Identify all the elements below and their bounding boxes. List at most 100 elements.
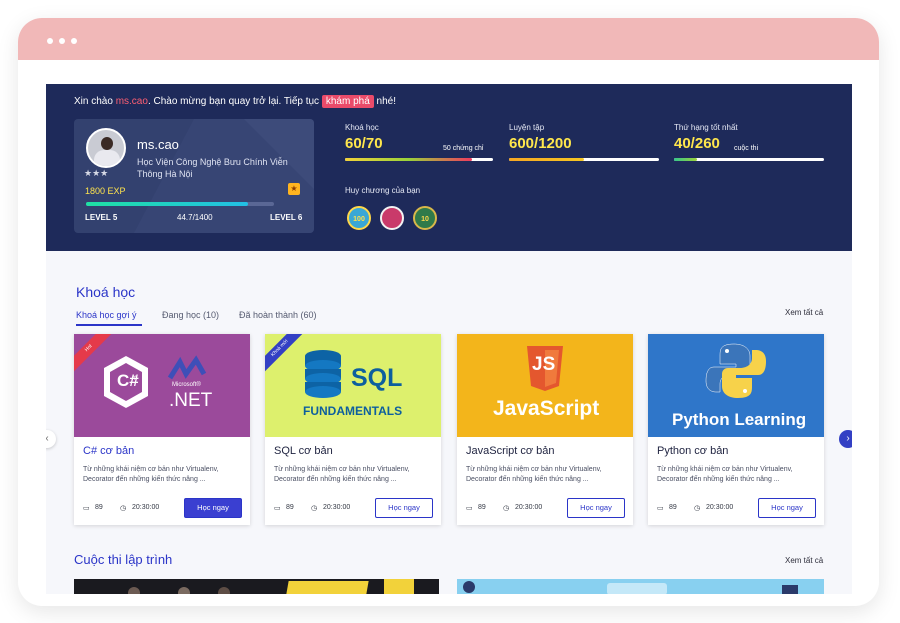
tab-completed[interactable]: Đã hoàn thành (60) (239, 310, 317, 320)
course-title[interactable]: SQL cơ bản (274, 445, 333, 457)
course-card[interactable]: SQL FUNDAMENTALS Khoá mới SQL cơ bản Từ … (265, 334, 441, 525)
course-lessons: 89 (95, 504, 103, 511)
course-thumbnail: JS JavaScript (457, 334, 633, 437)
course-card[interactable]: # C# Microsoft® .NET Hot C# cơ bản Từ nh… (74, 334, 250, 525)
course-lessons: 89 (478, 504, 486, 511)
learn-now-button[interactable]: Học ngay (184, 498, 242, 518)
lessons-icon: ▭ (83, 505, 90, 512)
xp-progress-text: 44.7/1400 (177, 213, 213, 222)
carousel-next-button[interactable]: › (839, 430, 852, 448)
course-duration: 20:30:00 (323, 504, 351, 511)
browser-window: Xin chào ms.cao. Chào mừng bạn quay trở … (18, 18, 879, 606)
window-dot-1 (47, 38, 53, 44)
javascript-text: JavaScript (493, 397, 600, 420)
stat-courses-sub: 50 chứng chỉ (443, 145, 484, 152)
csharp-logo-text: C# (117, 371, 139, 390)
explore-link[interactable]: khám phá (321, 95, 374, 108)
course-duration: 20:30:00 (706, 504, 734, 511)
stat-practice-bar (509, 158, 659, 161)
profile-card: ★★★ ms.cao Học Viện Công Nghệ Bưu Chính … (74, 119, 314, 233)
dotnet-text: .NET (169, 390, 213, 411)
contest-banner-2-art (457, 579, 824, 594)
contest-banner-1-art (128, 579, 414, 594)
greeting-text: Xin chào ms.cao. Chào mừng bạn quay trở … (74, 95, 397, 108)
medal-10-icon[interactable]: 10 (413, 206, 437, 230)
level-current: LEVEL 5 (85, 213, 118, 222)
window-dot-3 (71, 38, 77, 44)
course-card[interactable]: Python Learning Python cơ bản Từ những k… (648, 334, 824, 525)
stat-practice-value: 600/1200 (509, 135, 572, 152)
lessons-icon: ▭ (466, 505, 473, 512)
stat-practice-fill (509, 158, 584, 161)
medal-ribbon-icon[interactable] (380, 206, 404, 230)
sql-logo-text: SQL (351, 364, 403, 392)
profile-exp: 1800 EXP (85, 186, 126, 196)
contest-banner-2[interactable] (457, 579, 824, 594)
course-duration: 20:30:00 (515, 504, 543, 511)
profile-school: Học Viện Công Nghệ Bưu Chính Viễn Thông … (137, 157, 288, 179)
clock-icon: ◷ (503, 505, 510, 512)
stat-courses-label: Khoá học (345, 123, 379, 132)
course-description: Từ những khái niệm cơ bản như Virtualenv… (83, 466, 219, 483)
stat-rank-bar (674, 158, 824, 161)
course-thumbnail: Python Learning (648, 334, 824, 437)
star-badge-icon: ★ (288, 183, 300, 195)
greeting-suffix: nhé! (373, 96, 397, 107)
contest-banner-1[interactable] (74, 579, 439, 594)
clock-icon: ◷ (311, 505, 318, 512)
csharp-logo: # (104, 355, 207, 408)
greeting-middle: . Chào mừng bạn quay trở lại. Tiếp tục (147, 96, 322, 107)
avatar[interactable] (86, 128, 126, 168)
course-description: Từ những khái niệm cơ bản như Virtualenv… (466, 466, 602, 483)
stat-practice: Luyện tập 600/1200 (509, 123, 659, 163)
contests-see-all-link[interactable]: Xem tất cả (785, 556, 823, 565)
stat-courses: Khoá học 60/70 50 chứng chỉ (345, 123, 493, 163)
course-duration: 20:30:00 (132, 504, 160, 511)
fundamentals-text: FUNDAMENTALS (303, 404, 403, 418)
courses-see-all-link[interactable]: Xem tất cả (785, 308, 823, 317)
window-titlebar (18, 18, 879, 60)
stat-courses-value: 60/70 (345, 135, 383, 152)
xp-progress-fill (86, 202, 248, 206)
greeting-prefix: Xin chào (74, 96, 116, 107)
js-shield-icon (527, 346, 563, 391)
greeting-username[interactable]: ms.cao (116, 96, 148, 107)
stat-rank: Thứ hạng tốt nhất 40/260 cuộc thi (674, 123, 824, 163)
level-next: LEVEL 6 (270, 213, 303, 222)
dashboard-hero: Xin chào ms.cao. Chào mừng bạn quay trở … (46, 84, 852, 251)
course-lessons: 89 (286, 504, 294, 511)
course-lessons: 89 (669, 504, 677, 511)
tab-active-underline (76, 324, 142, 326)
learn-now-button[interactable]: Học ngay (375, 498, 433, 518)
lessons-icon: ▭ (274, 505, 281, 512)
stat-practice-label: Luyện tập (509, 123, 545, 132)
tab-in-progress[interactable]: Đang học (10) (162, 310, 219, 320)
stat-courses-bar (345, 158, 493, 161)
microsoft-text: Microsoft® (172, 382, 201, 388)
course-title[interactable]: Python cơ bản (657, 445, 728, 457)
learn-now-button[interactable]: Học ngay (567, 498, 625, 518)
clock-icon: ◷ (694, 505, 701, 512)
carousel-prev-button[interactable]: ‹ (46, 430, 56, 448)
python-learning-text: Python Learning (672, 410, 807, 429)
course-description: Từ những khái niệm cơ bản như Virtualenv… (657, 466, 793, 483)
course-description: Từ những khái niệm cơ bản như Virtualenv… (274, 466, 410, 483)
course-title[interactable]: JavaScript cơ bản (466, 445, 555, 457)
stat-courses-fill (345, 158, 473, 161)
xp-progress-bar (86, 202, 274, 206)
course-thumbnail: # C# Microsoft® .NET Hot (74, 334, 250, 437)
medal-100-icon[interactable]: 100 (347, 206, 371, 230)
course-title[interactable]: C# cơ bản (83, 445, 134, 457)
page-viewport: Xin chào ms.cao. Chào mừng bạn quay trở … (46, 84, 852, 594)
clock-icon: ◷ (120, 505, 127, 512)
profile-name: ms.cao (137, 137, 179, 152)
js-logo-text: JS (532, 354, 556, 375)
learn-now-button[interactable]: Học ngay (758, 498, 816, 518)
stat-rank-label: Thứ hạng tốt nhất (674, 123, 738, 132)
tab-suggested[interactable]: Khoá học gợi ý (76, 310, 136, 320)
course-card[interactable]: JS JavaScript JavaScript cơ bản Từ những… (457, 334, 633, 525)
stat-rank-value: 40/260 (674, 135, 720, 152)
lessons-icon: ▭ (657, 505, 664, 512)
contests-section-title: Cuộc thi lập trình (74, 552, 173, 567)
stat-rank-sub: cuộc thi (734, 145, 759, 152)
